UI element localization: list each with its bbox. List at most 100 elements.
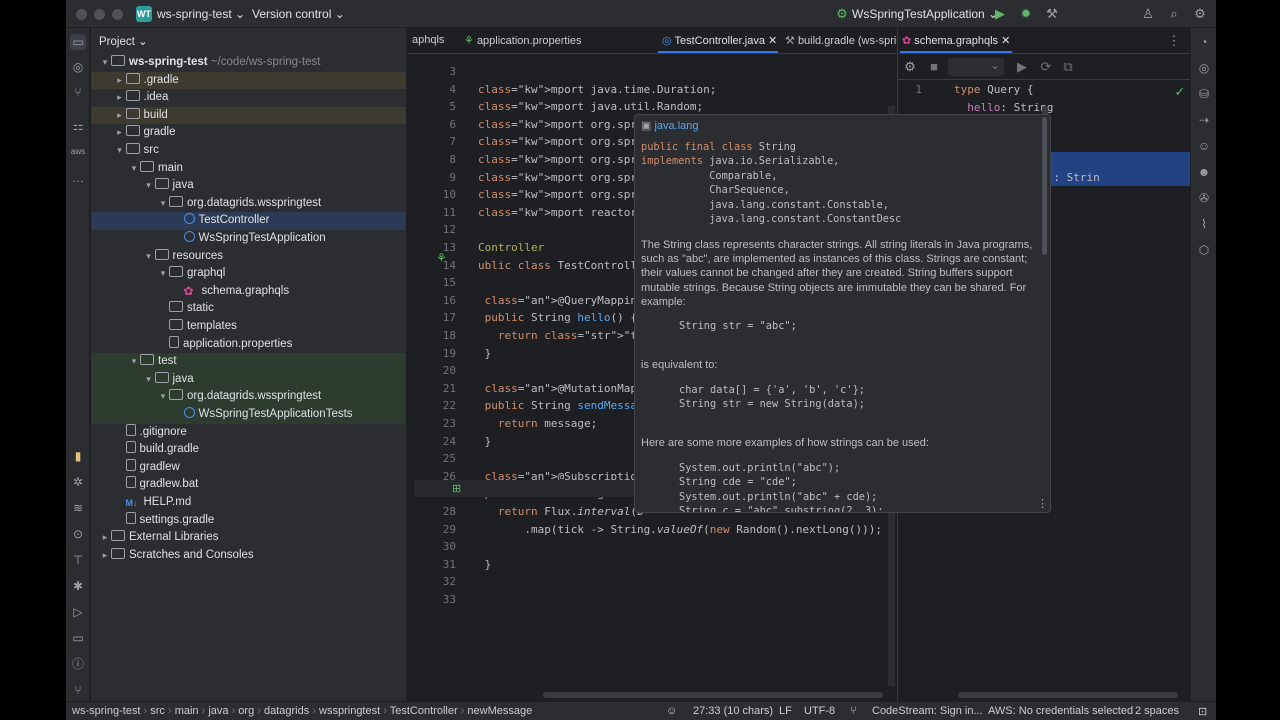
chevron-down-icon[interactable]: ▾ bbox=[143, 177, 155, 195]
open-in-new-icon[interactable]: ⧉ bbox=[1060, 59, 1076, 75]
run-config-dropdown[interactable]: WsSpringTestApplication ⌄ bbox=[852, 7, 998, 21]
spring-bean-gutter-icon[interactable]: ⚘ bbox=[436, 251, 447, 265]
file-encoding[interactable]: UTF-8 bbox=[804, 705, 835, 717]
more-options-icon[interactable]: ⋮ bbox=[1166, 33, 1182, 49]
debug-icon[interactable]: ✹ bbox=[1018, 6, 1034, 22]
tab-application-properties[interactable]: ⚘ application.properties bbox=[464, 34, 582, 47]
tab-schema-graphqls[interactable]: ✿ schema.graphqls ✕ bbox=[902, 34, 1010, 47]
codeium-icon[interactable]: ⬡ bbox=[1196, 242, 1212, 258]
chevron-down-icon[interactable]: ▾ bbox=[128, 353, 140, 371]
tree-item[interactable]: ▾ org.datagrids.wsspringtest bbox=[91, 195, 406, 213]
services-icon[interactable]: ✲ bbox=[70, 474, 86, 490]
schema-code-line[interactable]: type Query { bbox=[954, 83, 1033, 96]
breadcrumb-item[interactable]: TestController bbox=[390, 705, 458, 717]
layers-icon[interactable]: ≋ bbox=[70, 500, 86, 516]
code-line[interactable]: } bbox=[478, 435, 492, 448]
tree-item[interactable]: ▾ org.datagrids.wsspringtest bbox=[91, 388, 406, 406]
tree-item[interactable]: settings.gradle bbox=[91, 511, 406, 530]
tree-item[interactable]: templates bbox=[91, 318, 406, 336]
chevron-right-icon[interactable]: ▸ bbox=[114, 89, 126, 107]
tree-item[interactable]: M↓ HELP.md bbox=[91, 494, 406, 512]
close-window-button[interactable] bbox=[76, 9, 87, 20]
tree-item[interactable]: static bbox=[91, 300, 406, 318]
chevron-down-icon[interactable]: ▾ bbox=[157, 195, 169, 213]
caret-position[interactable]: 27:33 (10 chars) bbox=[693, 705, 773, 717]
endpoints-icon[interactable]: ⇢ bbox=[1196, 112, 1212, 128]
minimize-window-button[interactable] bbox=[94, 9, 105, 20]
commit-icon[interactable]: ◎ bbox=[70, 59, 86, 75]
chevron-down-icon[interactable]: ▾ bbox=[143, 371, 155, 389]
build-tool-icon[interactable]: ⊤ bbox=[70, 552, 86, 568]
aws-status[interactable]: AWS: No credentials selected bbox=[988, 705, 1133, 717]
tree-item[interactable]: ▸ build bbox=[91, 106, 406, 125]
stop-icon[interactable]: ■ bbox=[926, 59, 942, 75]
tree-item[interactable]: ▾ resources bbox=[91, 248, 406, 266]
settings-gear-icon[interactable]: ⚙ bbox=[1192, 6, 1208, 22]
indent-setting[interactable]: 2 spaces bbox=[1135, 705, 1179, 717]
quick-documentation-popup[interactable]: ▣ java.lang public final class String im… bbox=[634, 114, 1051, 513]
breadcrumb-item[interactable]: main bbox=[175, 705, 199, 717]
lock-icon[interactable]: ⊡ bbox=[1198, 705, 1207, 718]
pull-requests-icon[interactable]: ⑂ bbox=[70, 84, 86, 100]
tree-item[interactable]: ▾ src bbox=[91, 142, 406, 160]
code-line[interactable]: return message; bbox=[478, 417, 597, 430]
chevron-right-icon[interactable]: ▸ bbox=[99, 529, 111, 547]
codestream-icon[interactable]: ☻ bbox=[1196, 164, 1212, 180]
tab-testcontroller-java[interactable]: ◎ TestController.java ✕ bbox=[662, 34, 777, 47]
breadcrumb-item[interactable]: newMessage bbox=[467, 705, 532, 717]
close-tab-icon[interactable]: ✕ bbox=[768, 35, 777, 47]
more-tools-icon[interactable]: … bbox=[70, 170, 86, 186]
maximize-window-button[interactable] bbox=[112, 9, 123, 20]
close-tab-icon[interactable]: ✕ bbox=[1001, 35, 1010, 47]
run-icon[interactable]: ▶ bbox=[992, 6, 1008, 22]
build-hammer-icon[interactable]: ⚒ bbox=[1044, 6, 1060, 22]
tree-item[interactable]: gradlew.bat bbox=[91, 476, 406, 494]
plugins-icon[interactable]: ✇ bbox=[1196, 190, 1212, 206]
horizontal-scrollbar[interactable] bbox=[543, 692, 883, 698]
refresh-icon[interactable]: ⟳ bbox=[1038, 59, 1054, 75]
tree-item[interactable]: build.gradle bbox=[91, 441, 406, 459]
tree-item[interactable]: ▸ .idea bbox=[91, 89, 406, 107]
project-tool-icon[interactable]: ▭ bbox=[70, 34, 86, 50]
code-line[interactable]: Controller bbox=[478, 241, 544, 254]
tree-item[interactable]: application.properties bbox=[91, 335, 406, 354]
database-icon[interactable]: ⛁ bbox=[1196, 86, 1212, 102]
line-separator[interactable]: LF bbox=[779, 705, 792, 717]
profiler-icon[interactable]: ⌇ bbox=[1196, 216, 1212, 232]
copilot-icon[interactable]: ☺ bbox=[1196, 138, 1212, 154]
chevron-right-icon[interactable]: ▸ bbox=[114, 107, 126, 125]
aws-icon[interactable]: aws bbox=[70, 144, 86, 160]
code-line[interactable]: return Flux.interval(D bbox=[478, 505, 644, 518]
schema-code-line[interactable]: hello: String bbox=[954, 101, 1053, 114]
settings-gear-icon[interactable]: ⚙ bbox=[902, 59, 918, 75]
breadcrumb-item[interactable]: wsspringtest bbox=[319, 705, 380, 717]
notification-icon[interactable]: ☺ bbox=[666, 705, 677, 717]
tree-item[interactable]: ▸ Scratches and Consoles bbox=[91, 547, 406, 565]
tree-item[interactable]: ▾ graphql bbox=[91, 265, 406, 283]
chevron-down-icon[interactable]: ▾ bbox=[128, 160, 140, 178]
chevron-right-icon[interactable]: ▸ bbox=[114, 124, 126, 142]
tree-item[interactable]: ▸ .gradle bbox=[91, 71, 406, 90]
search-icon[interactable]: ⌕ bbox=[1166, 6, 1182, 22]
vcs-dropdown[interactable]: Version control ⌄ bbox=[252, 7, 345, 21]
add-user-icon[interactable]: ♙ bbox=[1140, 6, 1156, 22]
code-line[interactable]: ublic class TestControlle bbox=[478, 259, 644, 272]
popup-scrollbar[interactable] bbox=[1042, 117, 1047, 255]
breadcrumb-item[interactable]: ws-spring-test bbox=[72, 705, 140, 717]
schema-horizontal-scrollbar[interactable] bbox=[958, 692, 1178, 698]
tree-item[interactable]: WsSpringTestApplication bbox=[91, 230, 406, 248]
chevron-right-icon[interactable]: ▸ bbox=[99, 547, 111, 565]
popup-more-icon[interactable]: ⋮ bbox=[1037, 497, 1048, 510]
tree-item[interactable]: gradlew bbox=[91, 458, 406, 477]
structure-icon[interactable]: ⚏ bbox=[70, 118, 86, 134]
chevron-down-icon[interactable]: ▾ bbox=[99, 54, 111, 72]
endpoint-dropdown[interactable]: ⌄ bbox=[948, 58, 1004, 76]
breadcrumb-item[interactable]: datagrids bbox=[264, 705, 309, 717]
tree-item[interactable]: ▸ gradle bbox=[91, 124, 406, 142]
tree-item[interactable]: ✿ schema.graphqls bbox=[91, 283, 406, 301]
breadcrumb-item[interactable]: java bbox=[208, 705, 228, 717]
project-badge[interactable]: WT bbox=[136, 6, 152, 22]
tree-item[interactable]: ▸ External Libraries bbox=[91, 529, 406, 547]
tree-item[interactable]: ▾ test bbox=[91, 353, 406, 371]
tree-item[interactable]: .gitignore bbox=[91, 423, 406, 442]
